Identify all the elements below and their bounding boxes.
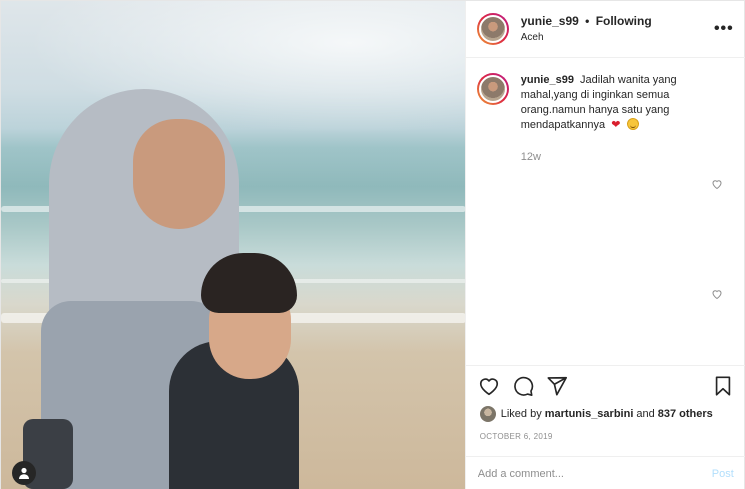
comment-like-icon[interactable] xyxy=(711,177,723,190)
liked-by-prefix: Liked by xyxy=(500,408,542,420)
likes-count-link[interactable]: 837 others xyxy=(658,408,713,420)
comment-input[interactable] xyxy=(477,467,712,480)
heart-outline-icon[interactable] xyxy=(478,375,502,399)
post-side-panel: yunie_s99 • Following Aceh ••• yunie_s99… xyxy=(464,1,745,489)
boy-hair xyxy=(201,253,297,313)
header-text: yunie_s99 • Following Aceh xyxy=(521,13,652,45)
post-actions: Liked by martunis_sarbini and 837 others… xyxy=(465,365,745,461)
action-row xyxy=(478,375,736,399)
post-comment-button[interactable]: Post xyxy=(712,468,734,480)
location-link[interactable]: Aceh xyxy=(521,31,652,45)
caption-username[interactable]: yunie_s99 xyxy=(521,74,574,86)
header-line: yunie_s99 • Following xyxy=(521,13,652,29)
smile-emoji-icon xyxy=(626,118,639,130)
avatar[interactable] xyxy=(476,13,509,45)
caption: yunie_s99 Jadilah wanita yang mahal,yang… xyxy=(476,73,732,133)
user-tag-icon[interactable] xyxy=(12,461,36,485)
liked-by-and: and xyxy=(636,408,655,420)
username-link[interactable]: yunie_s99 xyxy=(521,14,579,28)
caption-body: yunie_s99 Jadilah wanita yang mahal,yang… xyxy=(521,73,711,133)
comment-box: Post xyxy=(465,456,745,489)
sky-glow xyxy=(1,1,465,141)
comment-bubble-icon[interactable] xyxy=(512,375,536,399)
woman-face xyxy=(133,119,225,229)
liker-username[interactable]: martunis_sarbini xyxy=(545,408,634,420)
bookmark-icon[interactable] xyxy=(712,375,736,399)
separator-dot: • xyxy=(585,14,590,28)
post-header: yunie_s99 • Following Aceh ••• xyxy=(465,1,745,58)
paper-plane-icon[interactable] xyxy=(546,375,570,399)
heart-emoji-icon: ❤ xyxy=(611,119,621,131)
instagram-post-dialog: yunie_s99 • Following Aceh ••• yunie_s99… xyxy=(0,0,745,489)
liker-avatar[interactable] xyxy=(479,406,496,422)
liked-by: Liked by martunis_sarbini and 837 others xyxy=(479,406,713,422)
avatar[interactable] xyxy=(476,73,509,105)
caption-time[interactable]: 12w xyxy=(521,151,541,163)
post-photo[interactable] xyxy=(1,1,465,489)
post-date[interactable]: OCTOBER 6, 2019 xyxy=(480,432,553,441)
more-options-icon[interactable]: ••• xyxy=(714,20,734,38)
following-button[interactable]: Following xyxy=(596,14,652,28)
comment-like-icon[interactable] xyxy=(711,287,723,300)
